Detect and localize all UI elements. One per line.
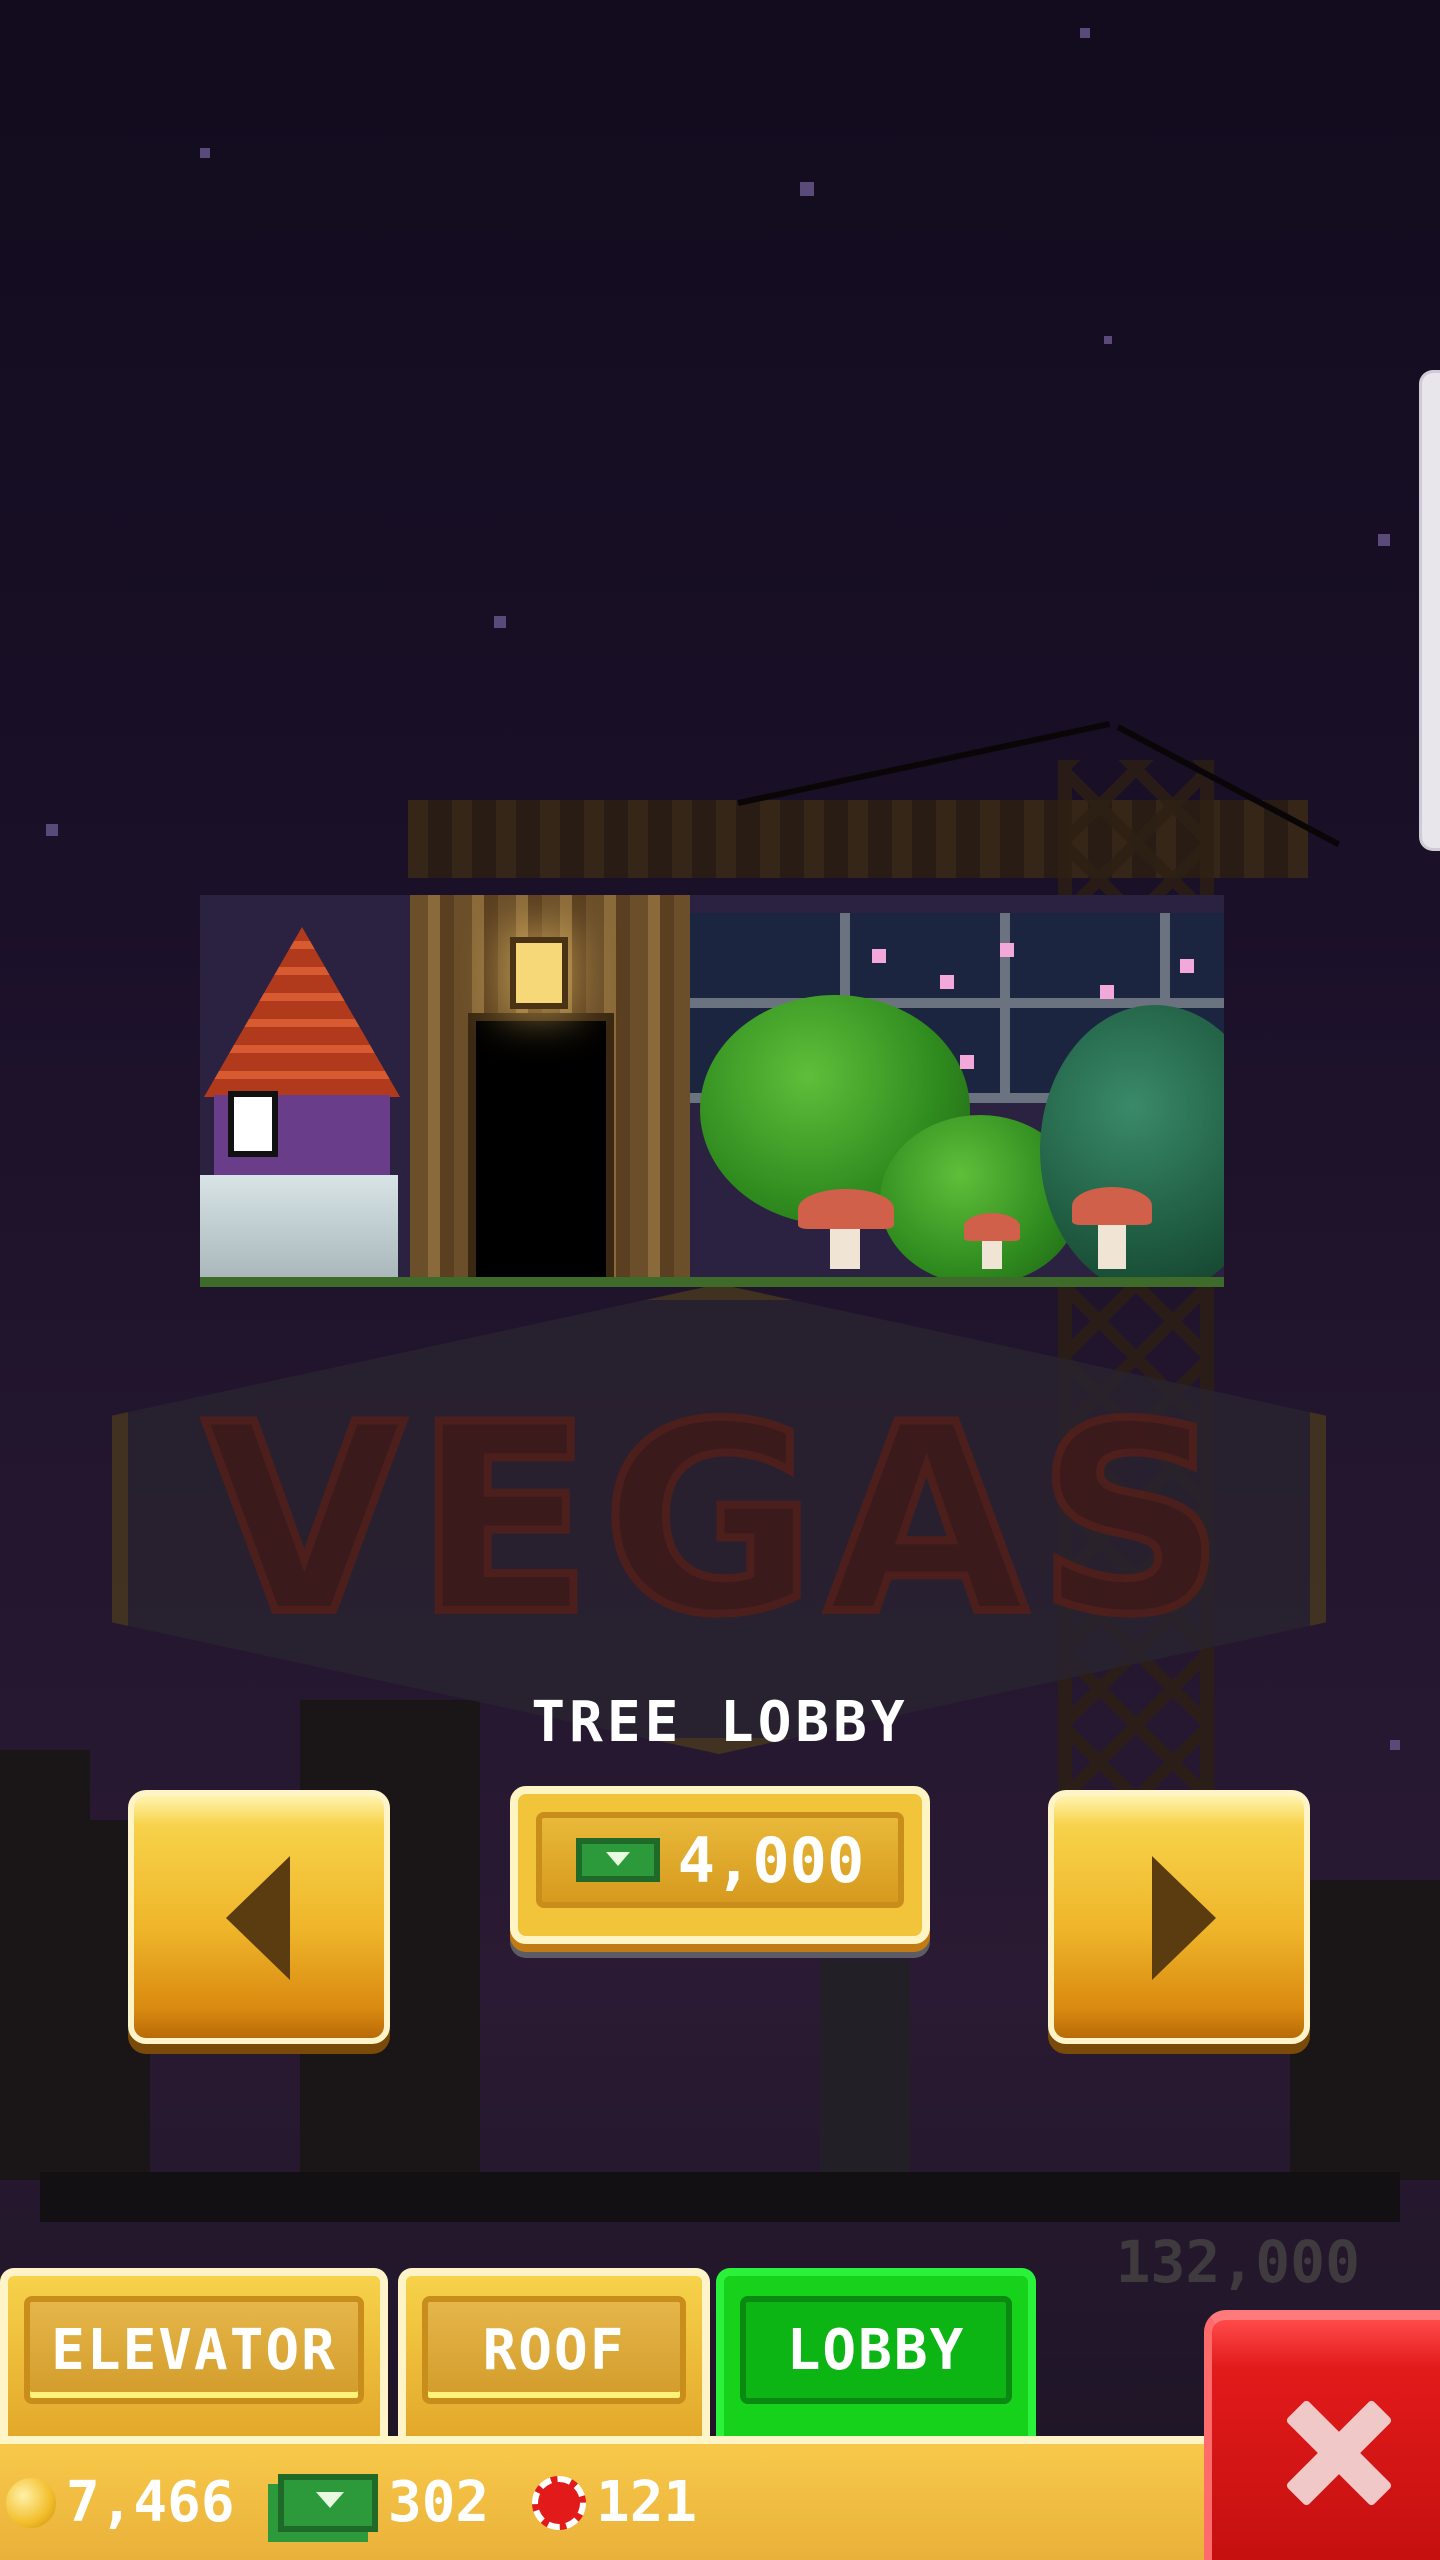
mushroom-stem [1098,1225,1126,1269]
building [1290,1880,1440,2180]
lantern [510,937,568,1009]
kiosk-roof [204,927,400,1097]
blossom [940,975,954,989]
mushroom-cap [964,1213,1020,1241]
crane-cable [737,721,1111,806]
building [0,1750,90,2180]
star [1378,534,1390,546]
coin-icon [6,2477,56,2528]
chevron-left-icon [226,1856,290,1980]
tab-lobby[interactable]: LOBBY [716,2268,1036,2436]
bux-value: 302 [388,2470,490,2535]
star [800,182,814,196]
building [820,1960,910,2180]
star [1080,28,1090,38]
tab-elevator-label: ELEVATOR [24,2296,364,2404]
buy-button-face: 4,000 [536,1812,904,1908]
lobby-preview [200,895,1224,1287]
tab-roof-label: ROOF [422,2296,686,2404]
chevron-right-icon [1152,1856,1216,1980]
mushroom-cap [1072,1187,1152,1225]
tab-lobby-label: LOBBY [740,2296,1012,2404]
mushroom-stem [830,1229,860,1269]
star [200,148,210,158]
mushroom-cap [798,1189,894,1229]
kiosk-base [200,1175,398,1277]
tab-elevator[interactable]: ELEVATOR [0,2268,388,2436]
floor-price: 132,000 [1115,2228,1360,2296]
tab-roof[interactable]: ROOF [398,2268,710,2436]
kiosk-sign [228,1091,278,1157]
next-button[interactable] [1048,1790,1310,2044]
chips-value: 121 [596,2470,698,2535]
prev-button[interactable] [128,1790,390,2044]
street [40,2172,1400,2222]
blossom [1000,943,1014,957]
blossom [1100,985,1114,999]
tree-door [468,1013,614,1277]
blossom [1180,959,1194,973]
blossom [960,1055,974,1069]
item-title: TREE LOBBY [531,1690,909,1755]
buy-button[interactable]: 4,000 [510,1786,930,1944]
blossom [872,949,886,963]
star [494,616,506,628]
close-icon [1284,2398,1394,2508]
coins-value: 7,466 [66,2470,235,2535]
price-label: 4,000 [677,1823,865,1897]
bux-stat: 302 [278,2470,489,2535]
chips-stat: 121 [532,2470,697,2535]
star [1104,336,1112,344]
bux-icon [278,2473,378,2532]
close-button[interactable] [1204,2310,1440,2560]
coins-stat: 7,466 [6,2470,235,2535]
mushroom-stem [982,1241,1002,1269]
scrollbar-handle[interactable] [1419,370,1440,851]
chip-icon [532,2475,586,2530]
bux-icon [575,1838,660,1882]
star [46,824,58,836]
vegas-sign-text: VEGAS [200,1366,1235,1676]
